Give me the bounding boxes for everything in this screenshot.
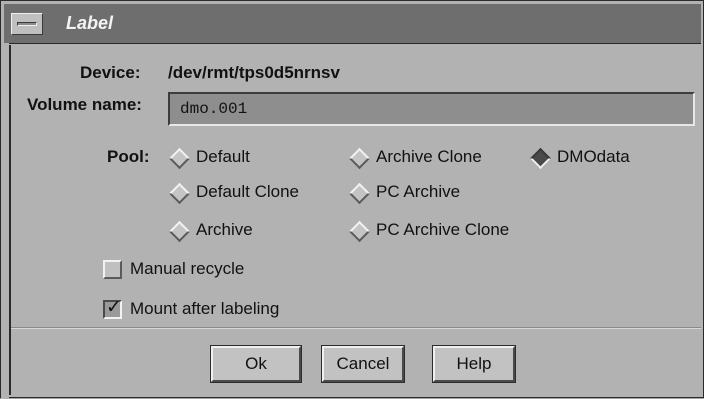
pool-option-label: Archive [196, 220, 253, 239]
pool-option-label: Default [196, 147, 250, 166]
label-dialog-window: Label Device: /dev/rmt/tps0d5nrnsv Volum… [0, 0, 704, 399]
pool-option-default[interactable]: Default [168, 146, 289, 170]
pool-option-label: Archive Clone [376, 147, 482, 166]
window-menu-button[interactable] [11, 13, 43, 35]
pool-option-label: PC Archive Clone [376, 220, 510, 239]
pool-option-dmodata[interactable]: DMOdata [529, 146, 660, 170]
pool-option-label: Default Clone [196, 182, 300, 201]
volume-name-label: Volume name: [27, 95, 142, 114]
radio-diamond-selected-icon [529, 147, 552, 170]
window-menu-icon [17, 22, 37, 26]
volume-name-input[interactable]: dmo.001 [168, 92, 695, 126]
checkmark-icon: ✓ [106, 296, 122, 318]
manual-recycle-label: Manual recycle [130, 259, 245, 278]
radio-diamond-icon [168, 220, 191, 243]
radio-diamond-icon [348, 182, 371, 205]
ok-button[interactable]: Ok [210, 345, 302, 383]
radio-diamond-icon [348, 220, 371, 243]
manual-recycle-checkbox[interactable]: Manual recycle [103, 258, 273, 282]
checkbox-box-icon [103, 260, 122, 279]
pool-option-pc-archive[interactable]: PC Archive [348, 181, 499, 205]
pool-label: Pool: [107, 147, 150, 166]
pool-option-pc-archive-clone[interactable]: PC Archive Clone [348, 219, 539, 243]
dialog-content: Device: /dev/rmt/tps0d5nrnsv Volume name… [9, 45, 701, 395]
device-label: Device: [80, 63, 141, 82]
mount-after-labeling-label: Mount after labeling [130, 299, 280, 318]
pool-option-archive[interactable]: Archive [168, 219, 289, 243]
title-bar[interactable]: Label [4, 4, 701, 44]
checkbox-checked-icon: ✓ [103, 296, 122, 319]
pool-option-default-clone[interactable]: Default Clone [168, 181, 329, 205]
pool-option-label: PC Archive [376, 182, 461, 201]
window-frame-left [1, 43, 9, 399]
radio-diamond-icon [168, 147, 191, 170]
pool-option-archive-clone[interactable]: Archive Clone [348, 146, 519, 170]
radio-diamond-icon [348, 147, 371, 170]
cancel-button[interactable]: Cancel [321, 345, 405, 383]
window-title: Label [66, 13, 114, 33]
button-area-separator [11, 327, 701, 329]
mount-after-labeling-checkbox[interactable]: ✓ Mount after labeling [103, 296, 303, 322]
radio-diamond-icon [168, 182, 191, 205]
help-button[interactable]: Help [432, 345, 516, 383]
device-value: /dev/rmt/tps0d5nrnsv [168, 63, 340, 82]
pool-option-label: DMOdata [557, 147, 630, 166]
